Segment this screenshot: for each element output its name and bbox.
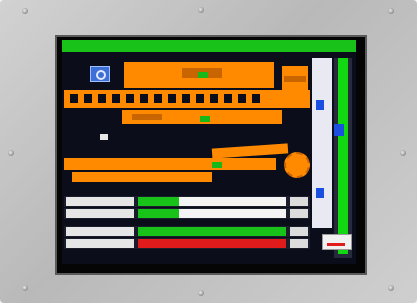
rail-slot: [98, 94, 106, 103]
rail-slot: [168, 94, 176, 103]
title-bar: [62, 40, 356, 52]
indicator-light: [212, 162, 222, 168]
rail-slot: [238, 94, 246, 103]
rail-slot: [112, 94, 120, 103]
status-bar-track: [138, 197, 286, 206]
status-bar-fill: [138, 227, 286, 236]
position-marker: [316, 100, 324, 110]
status-row: [64, 208, 310, 219]
status-bar-track: [138, 239, 286, 248]
machine-boom: [64, 158, 276, 170]
side-panel: [312, 58, 332, 228]
machine-boom-arm: [211, 143, 289, 159]
status-unit: [290, 227, 308, 236]
indicator-light: [200, 116, 210, 122]
screw-icon: [388, 8, 394, 14]
screw-icon: [388, 285, 394, 291]
screw-icon: [8, 150, 14, 156]
alarm-button[interactable]: [322, 234, 352, 250]
status-bar-fill: [138, 239, 286, 248]
machine-right-detail: [284, 76, 306, 82]
rail-slot: [182, 94, 190, 103]
rail-slot: [224, 94, 232, 103]
position-marker: [334, 124, 344, 136]
gear-icon: [284, 152, 310, 178]
screw-icon: [22, 285, 28, 291]
screw-icon: [198, 7, 204, 13]
status-unit: [290, 197, 308, 206]
status-label: [66, 239, 134, 248]
level-gauge-fill: [338, 58, 348, 254]
status-label: [66, 209, 134, 218]
status-bar-track: [138, 209, 286, 218]
indicator-light: [198, 72, 208, 78]
company-logo-icon: [90, 66, 110, 82]
screw-icon: [198, 290, 204, 296]
rail-slot: [70, 94, 78, 103]
status-bar-track: [138, 227, 286, 236]
status-row: [64, 196, 310, 207]
status-label: [66, 197, 134, 206]
rail-slot: [126, 94, 134, 103]
rail-slot: [140, 94, 148, 103]
status-unit: [290, 209, 308, 218]
status-row: [64, 226, 310, 237]
position-marker: [316, 188, 324, 198]
rail-slot: [196, 94, 204, 103]
tool-icon: [100, 134, 108, 140]
screw-icon: [22, 8, 28, 14]
rail-slot: [154, 94, 162, 103]
screw-icon: [400, 150, 406, 156]
status-label: [66, 227, 134, 236]
status-bar-fill: [138, 197, 180, 206]
rail-slot: [252, 94, 260, 103]
machine-boom-base: [72, 172, 212, 182]
status-row: [64, 238, 310, 249]
status-unit: [290, 239, 308, 248]
rail-slot: [84, 94, 92, 103]
hmi-screen: [62, 40, 356, 264]
status-bar-fill: [138, 209, 180, 218]
machine-carriage-detail: [132, 114, 162, 120]
rail-slot: [210, 94, 218, 103]
